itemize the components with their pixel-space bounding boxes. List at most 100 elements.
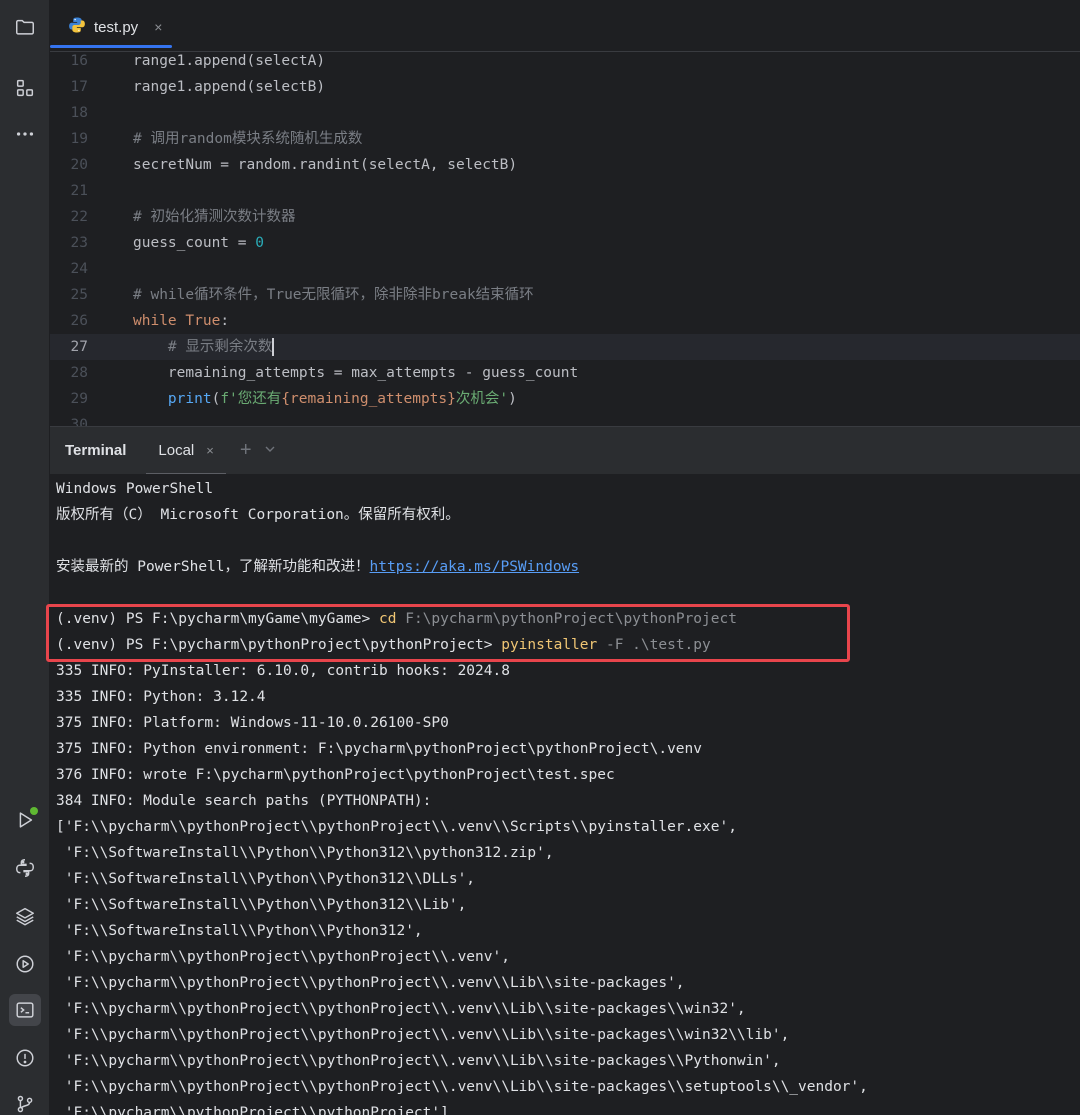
terminal-text: 384 INFO: Module search paths (PYTHONPAT… xyxy=(56,793,432,809)
code-token: # 调用random模块系统随机生成数 xyxy=(133,131,363,147)
terminal-title: Terminal xyxy=(65,442,127,459)
code-token: # 初始化猜测次数计数器 xyxy=(133,209,296,225)
chevron-down-icon[interactable] xyxy=(264,442,276,460)
terminal-tab-local[interactable]: Local × xyxy=(146,427,226,475)
terminal-tab-close-icon[interactable]: × xyxy=(206,443,214,458)
code-text: while True: xyxy=(133,308,229,334)
code-text: # 调用random模块系统随机生成数 xyxy=(133,126,362,152)
run-status-dot xyxy=(30,807,38,815)
code-token: print xyxy=(167,391,212,407)
terminal-line: 'F:\\pycharm\\pythonProject\\pythonProje… xyxy=(56,970,685,996)
terminal-text: 'F:\\SoftwareInstall\\Python\\Python312\… xyxy=(56,897,467,913)
code-line[interactable]: 23 guess_count = 0 xyxy=(50,230,1080,256)
terminal-text: (.venv) PS F:\pycharm\myGame\myGame> xyxy=(56,611,380,627)
terminal-text: 375 INFO: Platform: Windows-11-10.0.2610… xyxy=(56,715,449,731)
line-number: 25 xyxy=(70,287,88,303)
code-line[interactable]: 22 # 初始化猜测次数计数器 xyxy=(50,204,1080,230)
terminal-text: F:\pycharm\pythonProject\pythonProject xyxy=(396,611,737,627)
code-token: range1.append(selectB) xyxy=(133,79,326,95)
code-token: remaining_attempts = max_attempts - gues… xyxy=(133,365,579,381)
code-editor[interactable]: 16 range1.append(selectA) 17 range1.append(… xyxy=(50,52,1080,426)
line-number: 16 xyxy=(70,53,88,69)
run-icon[interactable] xyxy=(9,804,41,836)
code-token: ( xyxy=(211,391,221,407)
terminal-link[interactable]: https://aka.ms/PSWindows xyxy=(370,559,580,575)
line-number: 18 xyxy=(70,105,88,121)
terminal-icon[interactable] xyxy=(9,994,41,1026)
terminal-line: 'F:\\SoftwareInstall\\Python\\Python312\… xyxy=(56,866,475,892)
line-number: 24 xyxy=(70,261,88,277)
code-line[interactable]: 18 xyxy=(50,100,1080,126)
terminal-text: 'F:\\pycharm\\pythonProject\\pythonProje… xyxy=(56,975,685,991)
code-line[interactable]: 25 # while循环条件，True无限循环，除非除非break结束循环 xyxy=(50,282,1080,308)
code-text: # while循环条件，True无限循环，除非除非break结束循环 xyxy=(133,282,534,308)
terminal-text: 335 INFO: PyInstaller: 6.10.0, contrib h… xyxy=(56,663,510,679)
terminal-text: 'F:\\SoftwareInstall\\Python\\Python312\… xyxy=(56,871,476,887)
structure-icon[interactable] xyxy=(9,72,41,104)
terminal-text: 'F:\\pycharm\\pythonProject\\pythonProje… xyxy=(56,1027,790,1043)
line-number: 22 xyxy=(70,209,88,225)
terminal-line: 376 INFO: wrote F:\pycharm\pythonProject… xyxy=(56,762,615,788)
code-line[interactable]: 21 xyxy=(50,178,1080,204)
git-icon[interactable] xyxy=(9,1088,41,1115)
terminal-text: 安装最新的 PowerShell，了解新功能和改进！ xyxy=(56,559,370,575)
line-number: 28 xyxy=(70,365,88,381)
project-folder-icon[interactable] xyxy=(9,11,41,43)
terminal-text: (.venv) PS F:\pycharm\pythonProject\pyth… xyxy=(56,637,502,653)
code-line[interactable]: 26 while True: xyxy=(50,308,1080,334)
code-token: 次机会' xyxy=(455,391,509,407)
line-number: 21 xyxy=(70,183,88,199)
terminal-tab-label: Local xyxy=(158,442,195,459)
code-line[interactable]: 30 xyxy=(50,412,1080,426)
terminal-line: (.venv) PS F:\pycharm\myGame\myGame> cd … xyxy=(56,606,737,632)
code-line[interactable]: 17 range1.append(selectB) xyxy=(50,74,1080,100)
terminal-line: 335 INFO: PyInstaller: 6.10.0, contrib h… xyxy=(56,658,510,684)
new-terminal-button[interactable]: + xyxy=(240,439,252,462)
terminal-line: 版权所有（C） Microsoft Corporation。保留所有权利。 xyxy=(56,502,460,528)
code-line[interactable]: 19 # 调用random模块系统随机生成数 xyxy=(50,126,1080,152)
code-text: remaining_attempts = max_attempts - gues… xyxy=(133,360,578,386)
terminal-text: 'F:\\SoftwareInstall\\Python\\Python312\… xyxy=(56,845,554,861)
line-number: 19 xyxy=(70,131,88,147)
more-icon[interactable] xyxy=(9,118,41,150)
code-token: 0 xyxy=(255,235,264,251)
terminal-text: cd xyxy=(379,611,397,627)
left-toolbar xyxy=(0,0,50,1115)
code-token: # while循环条件，True无限循环，除非除非break结束循环 xyxy=(133,287,534,303)
code-text: # 显示剩余次数 xyxy=(133,334,275,360)
text-caret xyxy=(272,338,275,356)
code-token: f'您还有 xyxy=(220,391,282,407)
layers-icon[interactable] xyxy=(9,900,41,932)
code-token: while xyxy=(133,313,186,329)
code-line[interactable]: 16 range1.append(selectA) xyxy=(50,52,1080,74)
code-line[interactable]: 28 remaining_attempts = max_attempts - g… xyxy=(50,360,1080,386)
code-line[interactable]: 27 # 显示剩余次数 xyxy=(50,334,1080,360)
code-token: True xyxy=(185,313,221,329)
editor-tab-close-icon[interactable]: × xyxy=(154,19,162,35)
terminal-line: 375 INFO: Python environment: F:\pycharm… xyxy=(56,736,702,762)
terminal-text: 'F:\\pycharm\\pythonProject\\pythonProje… xyxy=(56,1105,449,1115)
terminal-text: 376 INFO: wrote F:\pycharm\pythonProject… xyxy=(56,767,615,783)
services-icon[interactable] xyxy=(9,948,41,980)
terminal-text: 'F:\\pycharm\\pythonProject\\pythonProje… xyxy=(56,1001,746,1017)
python-console-icon[interactable] xyxy=(9,852,41,884)
terminal-header: Terminal Local × + xyxy=(50,426,1080,475)
terminal-output[interactable]: Windows PowerShell 版权所有（C） Microsoft Corp… xyxy=(50,474,1080,1115)
problems-icon[interactable] xyxy=(9,1042,41,1074)
terminal-line: 335 INFO: Python: 3.12.4 xyxy=(56,684,266,710)
editor-tab-bar: test.py × xyxy=(50,0,1080,52)
code-token: # 显示剩余次数 xyxy=(133,339,273,355)
terminal-line: 'F:\\SoftwareInstall\\Python\\Python312'… xyxy=(56,918,423,944)
editor-tab-test-py[interactable]: test.py × xyxy=(62,10,168,44)
code-text: # 初始化猜测次数计数器 xyxy=(133,204,295,230)
code-text: range1.append(selectA) xyxy=(133,52,325,74)
terminal-text: 'F:\\pycharm\\pythonProject\\pythonProje… xyxy=(56,1053,781,1069)
code-line[interactable]: 29 print(f'您还有{remaining_attempts}次机会') xyxy=(50,386,1080,412)
code-token: guess_count = xyxy=(133,235,256,251)
code-line[interactable]: 20 secretNum = random.randint(selectA, se… xyxy=(50,152,1080,178)
active-tab-indicator xyxy=(50,45,172,48)
code-token: range1.append(selectA) xyxy=(133,53,326,69)
terminal-line: 'F:\\pycharm\\pythonProject\\pythonProje… xyxy=(56,1048,781,1074)
code-line[interactable]: 24 xyxy=(50,256,1080,282)
code-text: secretNum = random.randint(selectA, sele… xyxy=(133,152,517,178)
